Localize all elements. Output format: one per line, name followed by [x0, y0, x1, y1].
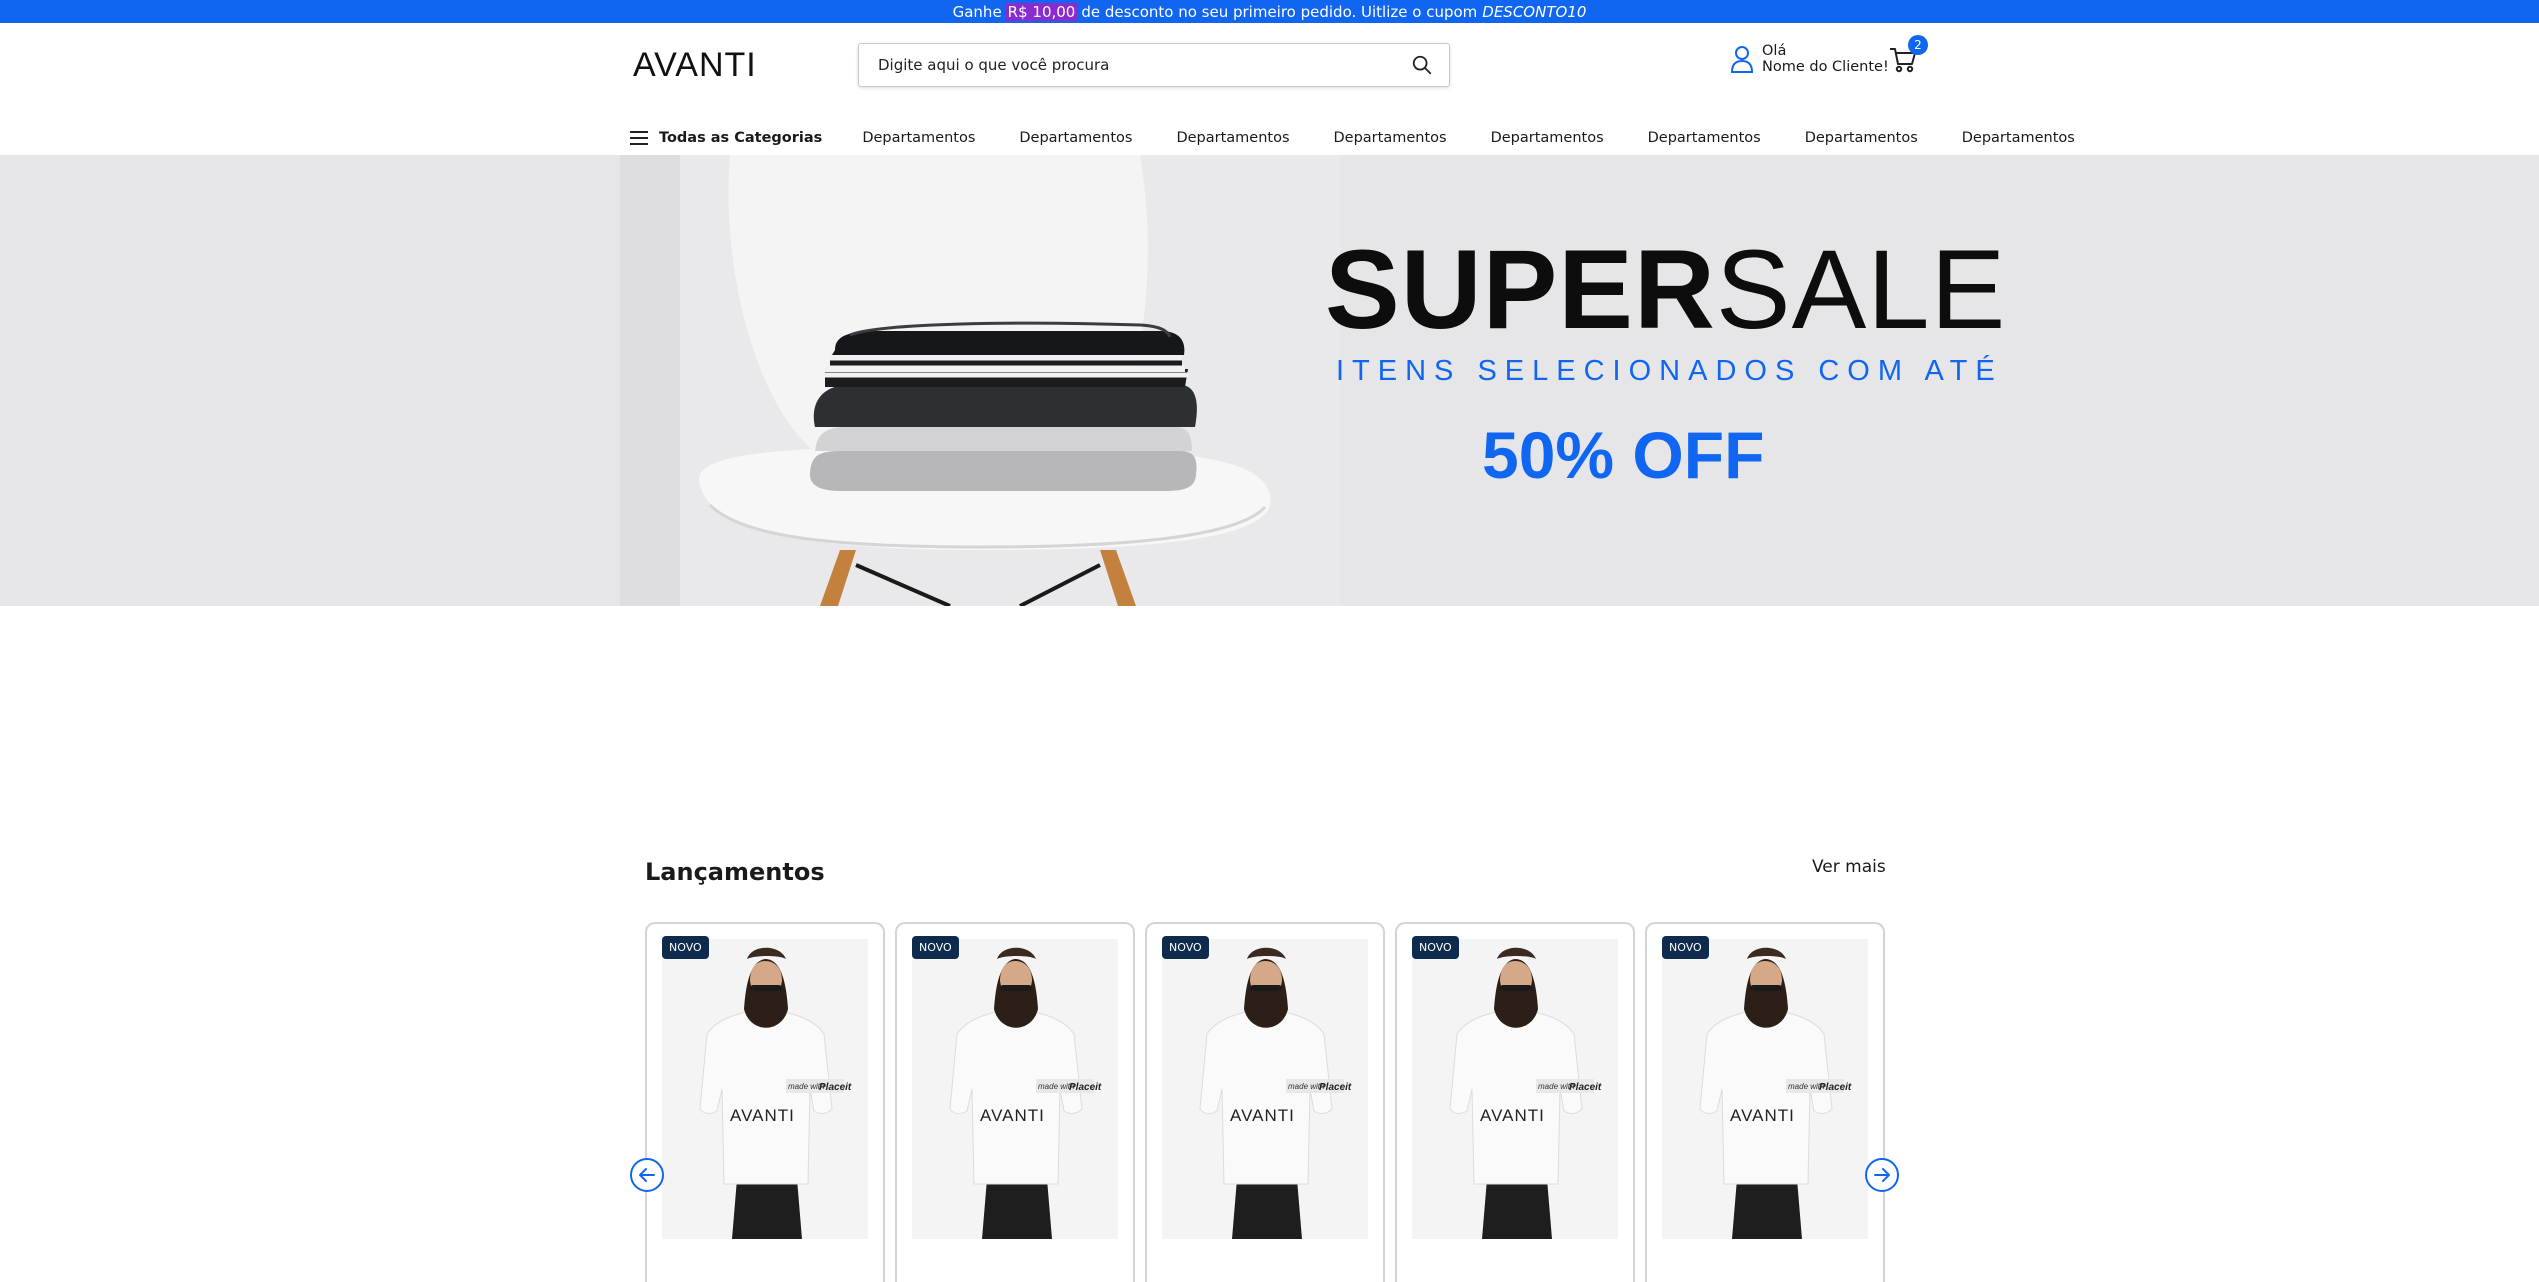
menu-icon	[630, 131, 648, 145]
svg-text:AVANTI: AVANTI	[730, 1106, 795, 1125]
arrow-right-icon	[1874, 1168, 1890, 1182]
product-card[interactable]: made with Placeit AVANTI NOVO	[1645, 922, 1885, 1282]
hero-title-light: SALE	[1715, 227, 2007, 352]
promo-bar: Ganhe R$ 10,00 de desconto no seu primei…	[0, 0, 2539, 23]
product-image: made with Placeit AVANTI	[1412, 939, 1618, 1239]
svg-text:AVANTI: AVANTI	[633, 46, 757, 83]
svg-text:Placeit: Placeit	[819, 1082, 852, 1093]
product-image: made with Placeit AVANTI	[912, 939, 1118, 1239]
promo-text: de desconto no seu primeiro pedido. Uitl…	[1081, 2, 1478, 21]
carousel-next-button[interactable]	[1865, 1158, 1899, 1192]
hero-title-bold: SUPER	[1325, 227, 1716, 352]
product-card[interactable]: made with Placeit AVANTI NOVO	[1395, 922, 1635, 1282]
svg-text:Placeit: Placeit	[1069, 1082, 1102, 1093]
all-categories-label: Todas as Categorias	[659, 130, 823, 146]
hero-title: SUPERSALE	[1325, 230, 2006, 350]
svg-text:Placeit: Placeit	[1319, 1082, 1352, 1093]
nav-item-departamentos[interactable]: Departamentos	[1176, 130, 1289, 146]
svg-text:AVANTI: AVANTI	[980, 1106, 1045, 1125]
product-card[interactable]: made with Placeit AVANTI NOVO	[1145, 922, 1385, 1282]
product-image: made with Placeit AVANTI	[1162, 939, 1368, 1239]
nav-item-departamentos[interactable]: Departamentos	[1019, 130, 1132, 146]
header: AVANTI Olá Nome do Cliente! 2	[0, 23, 2539, 155]
new-badge: NOVO	[1412, 936, 1459, 959]
arrow-left-icon	[639, 1168, 655, 1182]
all-categories-menu[interactable]: Todas as Categorias	[630, 130, 822, 146]
cart-count-badge: 2	[1908, 35, 1928, 55]
carousel-prev-button[interactable]	[630, 1158, 664, 1192]
promo-amount: R$ 10,00	[1004, 2, 1079, 21]
nav-item-departamentos[interactable]: Departamentos	[1805, 130, 1918, 146]
promo-prefix: Ganhe	[952, 2, 1002, 21]
nav-item-departamentos[interactable]: Departamentos	[1648, 130, 1761, 146]
new-badge: NOVO	[1162, 936, 1209, 959]
product-card[interactable]: made with Placeit AVANTI NOVO	[895, 922, 1135, 1282]
new-badge: NOVO	[662, 936, 709, 959]
hero-subtitle: ITENS SELECIONADOS COM ATÉ	[1336, 355, 2003, 387]
greeting-text: Olá	[1762, 43, 1787, 59]
nav-item-departamentos[interactable]: Departamentos	[1491, 130, 1604, 146]
nav-item-departamentos[interactable]: Departamentos	[862, 130, 975, 146]
avanti-logo[interactable]: AVANTI	[633, 43, 783, 83]
product-image: made with Placeit AVANTI	[662, 939, 868, 1239]
chair-with-clothes-image	[620, 155, 1340, 606]
hero-discount: 50% OFF	[1482, 418, 1765, 492]
product-carousel: made with Placeit AVANTI NOVO made with …	[645, 922, 1885, 1282]
svg-text:AVANTI: AVANTI	[1230, 1106, 1295, 1125]
launches-title: Lançamentos	[645, 858, 825, 886]
hero-banner[interactable]: SUPERSALE ITENS SELECIONADOS COM ATÉ 50%…	[0, 155, 2539, 606]
search-box	[858, 43, 1450, 87]
svg-text:AVANTI: AVANTI	[1480, 1106, 1545, 1125]
promo-coupon: DESCONTO10	[1482, 2, 1587, 21]
search-input[interactable]	[859, 45, 1399, 85]
nav-item-departamentos[interactable]: Departamentos	[1334, 130, 1447, 146]
svg-text:AVANTI: AVANTI	[1730, 1106, 1795, 1125]
nav-item-departamentos[interactable]: Departamentos	[1962, 130, 2075, 146]
svg-text:Placeit: Placeit	[1819, 1082, 1852, 1093]
svg-text:Placeit: Placeit	[1569, 1082, 1602, 1093]
see-more-link[interactable]: Ver mais	[1812, 857, 1886, 877]
search-icon[interactable]	[1411, 54, 1433, 76]
product-image: made with Placeit AVANTI	[1662, 939, 1868, 1239]
new-badge: NOVO	[912, 936, 959, 959]
account-link[interactable]: Olá Nome do Cliente!	[1730, 43, 1889, 75]
product-card[interactable]: made with Placeit AVANTI NOVO	[645, 922, 885, 1282]
customer-name: Nome do Cliente!	[1762, 59, 1889, 75]
new-badge: NOVO	[1662, 936, 1709, 959]
user-icon	[1730, 46, 1754, 73]
category-nav: Todas as Categorias Departamentos Depart…	[630, 118, 2075, 158]
